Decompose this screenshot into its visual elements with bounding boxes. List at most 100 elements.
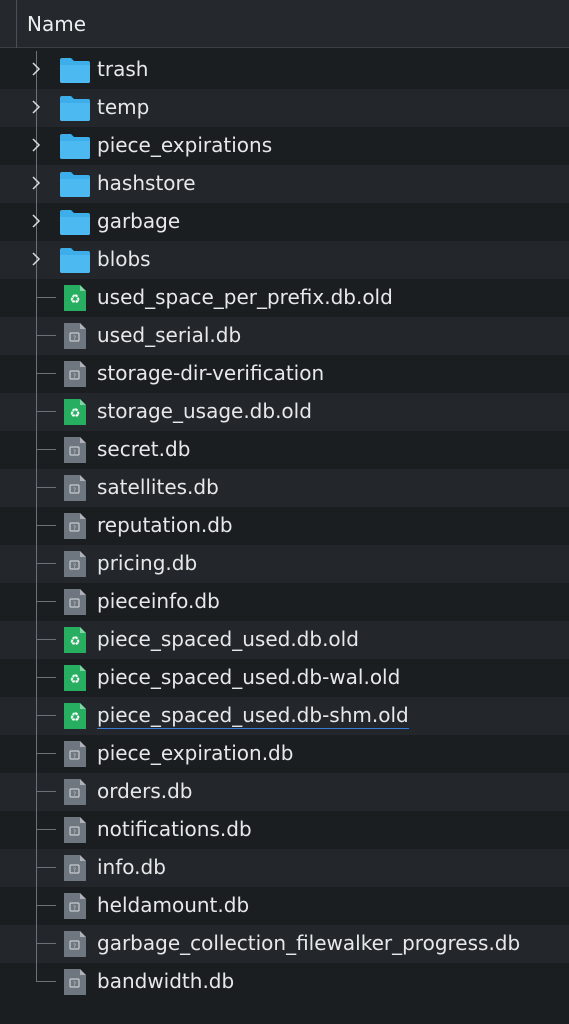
tree-row-file[interactable]: ? pieceinfo.db (0, 583, 569, 621)
tree-branch-line (36, 697, 37, 735)
tree-branch-connector (36, 981, 56, 982)
item-name[interactable]: reputation.db (97, 513, 233, 537)
svg-text:?: ? (73, 943, 76, 950)
item-name[interactable]: pricing.db (97, 551, 197, 575)
tree-branch-connector (36, 335, 56, 336)
tree-row-folder[interactable]: trash (0, 51, 569, 89)
tree-row-folder[interactable]: temp (0, 89, 569, 127)
folder-icon (59, 170, 91, 198)
tree-row-file[interactable]: ? orders.db (0, 773, 569, 811)
item-name[interactable]: orders.db (97, 779, 193, 803)
item-name[interactable]: garbage_collection_filewalker_progress.d… (97, 931, 520, 955)
svg-text:?: ? (73, 563, 76, 570)
tree-row-folder[interactable]: piece_expirations (0, 127, 569, 165)
item-name[interactable]: garbage (97, 209, 180, 233)
tree-branch-connector (36, 601, 56, 602)
tree-branch-line (36, 773, 37, 811)
tree-row-file[interactable]: ♻ used_space_per_prefix.db.old (0, 279, 569, 317)
tree-row-file[interactable]: ? piece_expiration.db (0, 735, 569, 773)
folder-icon (59, 56, 91, 84)
item-name[interactable]: used_space_per_prefix.db.old (97, 285, 393, 309)
tree-row-file[interactable]: ? notifications.db (0, 811, 569, 849)
recycle-file-icon: ♻ (59, 626, 91, 654)
tree-row-folder[interactable]: blobs (0, 241, 569, 279)
tree-row-file[interactable]: ♻ piece_spaced_used.db.old (0, 621, 569, 659)
item-name[interactable]: secret.db (97, 437, 190, 461)
chevron-right-icon[interactable] (28, 250, 46, 268)
svg-text:?: ? (73, 867, 76, 874)
folder-icon (59, 94, 91, 122)
item-name[interactable]: storage-dir-verification (97, 361, 324, 385)
name-column-label[interactable]: Name (27, 12, 86, 36)
tree-row-file[interactable]: ? heldamount.db (0, 887, 569, 925)
item-name[interactable]: hashstore (97, 171, 196, 195)
tree-branch-line (36, 849, 37, 887)
item-name[interactable]: trash (97, 57, 148, 81)
item-name[interactable]: satellites.db (97, 475, 219, 499)
tree-branch-connector (36, 791, 56, 792)
folder-icon (59, 246, 91, 274)
item-name[interactable]: storage_usage.db.old (97, 399, 312, 423)
chevron-right-icon[interactable] (28, 98, 46, 116)
svg-text:♻: ♻ (70, 710, 81, 724)
chevron-right-icon[interactable] (28, 136, 46, 154)
tree-branch-connector (36, 715, 56, 716)
tree-row-file[interactable]: ? garbage_collection_filewalker_progress.… (0, 925, 569, 963)
tree-row-file[interactable]: ? secret.db (0, 431, 569, 469)
item-name[interactable]: piece_expirations (97, 133, 272, 157)
tree-row-file[interactable]: ? used_serial.db (0, 317, 569, 355)
tree-row-file[interactable]: ? info.db (0, 849, 569, 887)
item-name[interactable]: pieceinfo.db (97, 589, 220, 613)
tree-row-file[interactable]: ? pricing.db (0, 545, 569, 583)
tree-row-file[interactable]: ♻ storage_usage.db.old (0, 393, 569, 431)
tree-row-file[interactable]: ? satellites.db (0, 469, 569, 507)
svg-text:♻: ♻ (70, 406, 81, 420)
column-header[interactable]: Name (0, 0, 569, 48)
unknown-file-icon: ? (59, 854, 91, 882)
item-name[interactable]: blobs (97, 247, 151, 271)
item-name[interactable]: piece_expiration.db (97, 741, 293, 765)
svg-text:♻: ♻ (70, 672, 81, 686)
chevron-right-icon[interactable] (28, 60, 46, 78)
tree-branch-connector (36, 563, 56, 564)
svg-text:♻: ♻ (70, 292, 81, 306)
tree-branch-line (36, 393, 37, 431)
tree-branch-line (36, 545, 37, 583)
item-name[interactable]: piece_spaced_used.db-wal.old (97, 665, 400, 689)
tree-row-file[interactable]: ? storage-dir-verification (0, 355, 569, 393)
item-name[interactable]: temp (97, 95, 149, 119)
unknown-file-icon: ? (59, 474, 91, 502)
tree-row-file[interactable]: ? reputation.db (0, 507, 569, 545)
item-name[interactable]: used_serial.db (97, 323, 241, 347)
tree-branch-connector (36, 905, 56, 906)
svg-text:?: ? (73, 525, 76, 532)
unknown-file-icon: ? (59, 360, 91, 388)
item-name[interactable]: piece_spaced_used.db-shm.old (97, 703, 409, 729)
tree-branch-line (36, 735, 37, 773)
tree-row-file[interactable]: ? bandwidth.db (0, 963, 569, 1001)
svg-text:?: ? (73, 335, 76, 342)
tree-row-file[interactable]: ♻ piece_spaced_used.db-wal.old (0, 659, 569, 697)
tree-branch-line (36, 355, 37, 393)
unknown-file-icon: ? (59, 512, 91, 540)
unknown-file-icon: ? (59, 740, 91, 768)
svg-text:?: ? (73, 373, 76, 380)
unknown-file-icon: ? (59, 892, 91, 920)
tree-branch-line (36, 431, 37, 469)
item-name[interactable]: piece_spaced_used.db.old (97, 627, 359, 651)
item-name[interactable]: notifications.db (97, 817, 252, 841)
tree-row-folder[interactable]: hashstore (0, 165, 569, 203)
tree-branch-line (36, 925, 37, 963)
tree-branch-connector (36, 449, 56, 450)
chevron-right-icon[interactable] (28, 212, 46, 230)
svg-text:♻: ♻ (70, 634, 81, 648)
svg-text:?: ? (73, 981, 76, 988)
tree-branch-line (36, 583, 37, 621)
tree-row-folder[interactable]: garbage (0, 203, 569, 241)
item-name[interactable]: info.db (97, 855, 166, 879)
chevron-right-icon[interactable] (28, 174, 46, 192)
item-name[interactable]: bandwidth.db (97, 969, 234, 993)
recycle-file-icon: ♻ (59, 398, 91, 426)
tree-row-file[interactable]: ♻ piece_spaced_used.db-shm.old (0, 697, 569, 735)
item-name[interactable]: heldamount.db (97, 893, 249, 917)
